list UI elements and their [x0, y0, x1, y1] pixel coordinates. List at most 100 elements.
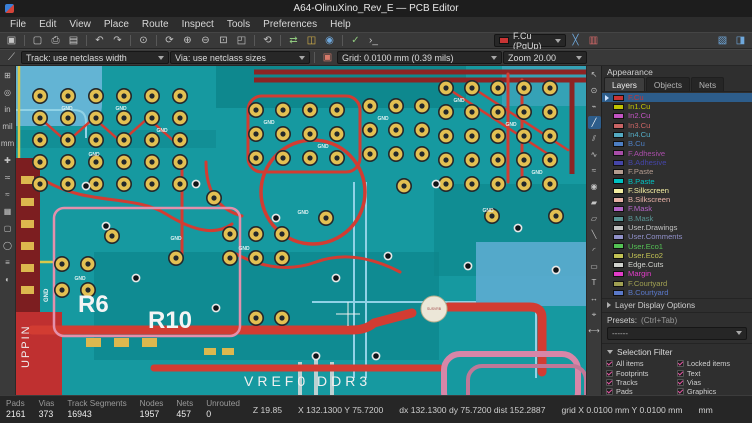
layer-color-swatch[interactable] [613, 188, 624, 194]
layer-color-swatch[interactable] [613, 169, 624, 175]
ratsnest-icon[interactable]: ≍ [1, 171, 15, 184]
tune-length-tool-icon[interactable]: ∿ [588, 148, 601, 161]
layer-color-swatch[interactable] [613, 197, 624, 203]
layer-row[interactable]: B.Cu [602, 139, 752, 148]
menu-item[interactable]: Edit [33, 18, 62, 31]
selection-filter-item[interactable]: Tracks [606, 378, 677, 386]
draw-zone-tool-icon[interactable]: ▰ [588, 196, 601, 209]
rotate-ccw-icon[interactable]: ⟲ [259, 33, 276, 48]
selection-filter-item[interactable]: Vias [677, 378, 748, 386]
layer-row[interactable]: F.Courtyard [602, 279, 752, 288]
layer-row[interactable]: B.Paste [602, 177, 752, 186]
checkbox-icon[interactable] [606, 370, 613, 377]
draw-arc-tool-icon[interactable]: ◜ [588, 244, 601, 257]
selection-filter-item[interactable]: All items [606, 360, 677, 368]
layer-row[interactable]: B.Adhesive [602, 158, 752, 167]
layer-color-swatch[interactable] [613, 243, 624, 249]
layer-row[interactable]: In3.Cu [602, 121, 752, 130]
zone-outline-icon[interactable]: ▢ [1, 222, 15, 235]
selection-filter-item[interactable]: Pads [606, 388, 677, 395]
layer-row[interactable]: Margin [602, 270, 752, 279]
layer-color-swatch[interactable] [613, 123, 624, 129]
layer-row[interactable]: F.Cu [602, 93, 752, 102]
menu-item[interactable]: View [63, 18, 97, 31]
checkbox-icon[interactable] [677, 370, 684, 377]
layer-row[interactable]: F.Adhesive [602, 149, 752, 158]
cursor-shape-icon[interactable]: ✚ [1, 154, 15, 167]
zoom-selection-icon[interactable]: ◰ [233, 33, 250, 48]
layer-color-swatch[interactable] [613, 281, 624, 287]
place-via-tool-icon[interactable]: ◉ [588, 180, 601, 193]
menu-item[interactable]: Place [98, 18, 135, 31]
units-mils-icon[interactable]: mil [1, 120, 15, 133]
layer-color-swatch[interactable] [613, 113, 624, 119]
layer-selector-dropdown[interactable]: F.Cu (PgUp) [494, 34, 566, 47]
plot-icon[interactable]: ▤ [65, 33, 82, 48]
via-size-dropdown[interactable]: Via: use netclass sizes [170, 51, 310, 64]
update-pcb-icon[interactable]: ⇄ [285, 33, 302, 48]
refresh-icon[interactable]: ⟳ [161, 33, 178, 48]
selection-filter-item[interactable]: Locked items [677, 360, 748, 368]
layer-row[interactable]: User.Eco1 [602, 242, 752, 251]
print-icon[interactable]: ⎙ [47, 33, 64, 48]
save-icon[interactable]: ▣ [3, 33, 20, 48]
units-inches-icon[interactable]: in [1, 103, 15, 116]
layer-row[interactable]: In4.Cu [602, 130, 752, 139]
layer-color-swatch[interactable] [613, 95, 624, 101]
zoom-fit-icon[interactable]: ⊡ [215, 33, 232, 48]
menu-item[interactable]: Help [324, 18, 357, 31]
redo-icon[interactable]: ↷ [109, 33, 126, 48]
draw-rect-tool-icon[interactable]: ▭ [588, 260, 601, 273]
layer-color-swatch[interactable] [613, 178, 624, 184]
layer-row[interactable]: B.Mask [602, 214, 752, 223]
scripting-console-icon[interactable]: ›_ [365, 33, 382, 48]
3d-viewer-icon[interactable]: ◉ [321, 33, 338, 48]
layer-row[interactable]: In1.Cu [602, 102, 752, 111]
drc-icon[interactable]: ✓ [347, 33, 364, 48]
layer-color-swatch[interactable] [613, 132, 624, 138]
track-width-dropdown[interactable]: Track: use netclass width [21, 51, 169, 64]
zoom-dropdown[interactable]: Zoom 20.00 [503, 51, 587, 64]
track-posture-icon[interactable]: ⟋ [3, 50, 20, 65]
menu-item[interactable]: Preferences [257, 18, 323, 31]
layer-row[interactable]: Edge.Cuts [602, 260, 752, 269]
layer-row[interactable]: F.Silkscreen [602, 186, 752, 195]
layer-color-swatch[interactable] [613, 253, 624, 259]
selection-filter-item[interactable]: Footprints [606, 369, 677, 377]
layer-color-swatch[interactable] [613, 141, 624, 147]
rule-area-tool-icon[interactable]: ▱ [588, 212, 601, 225]
pad-sketch-icon[interactable]: ◯ [1, 239, 15, 252]
layer-color-swatch[interactable] [613, 262, 624, 268]
layer-row[interactable]: In2.Cu [602, 112, 752, 121]
menu-item[interactable]: File [4, 18, 32, 31]
selection-filter-header[interactable]: Selection Filter [602, 344, 752, 359]
page-settings-icon[interactable]: ▢ [29, 33, 46, 48]
show-ratsnest-icon[interactable]: ╳ [567, 33, 584, 48]
units-mm-icon[interactable]: mm [1, 137, 15, 150]
undo-icon[interactable]: ↶ [91, 33, 108, 48]
menu-item[interactable]: Route [136, 18, 175, 31]
footprint-editor-icon[interactable]: ◫ [303, 33, 320, 48]
checkbox-icon[interactable] [606, 360, 613, 367]
draw-line-tool-icon[interactable]: ╲ [588, 228, 601, 241]
add-text-tool-icon[interactable]: T [588, 276, 601, 289]
high-contrast-icon[interactable]: ◐ [1, 273, 15, 286]
appearance-toggle-icon[interactable]: ◨ [732, 33, 749, 48]
layer-color-swatch[interactable] [613, 150, 624, 156]
selection-filter-item[interactable]: Text [677, 369, 748, 377]
layer-color-swatch[interactable] [613, 160, 624, 166]
highlight-collisions-icon[interactable]: ▣ [319, 50, 336, 65]
appearance-tab[interactable]: Layers [604, 77, 645, 91]
layer-display-options[interactable]: Layer Display Options [602, 298, 752, 312]
layer-color-swatch[interactable] [613, 271, 624, 277]
zoom-in-icon[interactable]: ⊕ [179, 33, 196, 48]
layer-color-swatch[interactable] [613, 290, 624, 296]
layer-row[interactable]: User.Eco2 [602, 251, 752, 260]
layer-color-swatch[interactable] [613, 225, 624, 231]
route-tracks-tool-icon[interactable]: ╱ [588, 116, 601, 129]
presets-dropdown[interactable]: ------ [607, 327, 747, 340]
zone-fill-icon[interactable]: ▦ [1, 205, 15, 218]
layer-color-swatch[interactable] [613, 104, 624, 110]
toggle-grid-icon[interactable]: ⊞ [1, 69, 15, 82]
zoom-out-icon[interactable]: ⊖ [197, 33, 214, 48]
